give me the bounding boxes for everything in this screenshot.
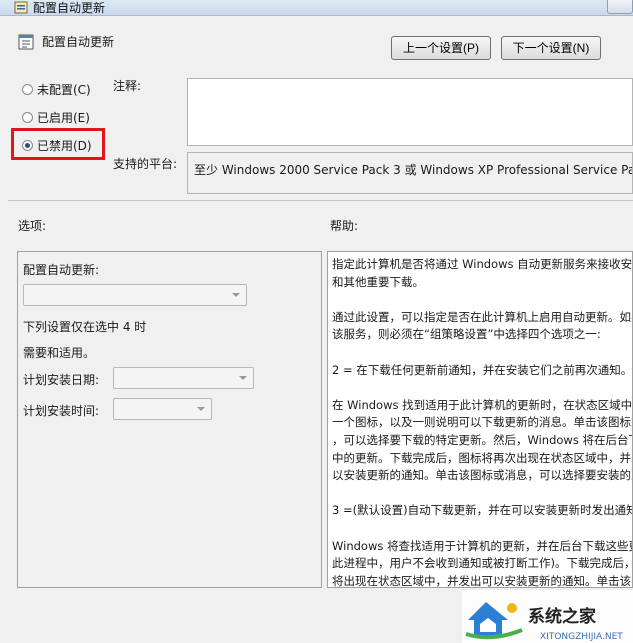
configure-updates-dropdown[interactable] (23, 284, 247, 306)
install-time-dropdown[interactable] (113, 398, 212, 420)
next-setting-button[interactable]: 下一个设置(N) (501, 36, 601, 60)
options-panel: 配置自动更新: 下列设置仅在选中 4 时 需要和适用。 计划安装日期: 计划安装… (17, 251, 322, 588)
policy-window-icon (14, 1, 28, 14)
radio-not-configured[interactable]: 未配置(C) (22, 80, 91, 98)
help-paragraph: 2 = 在下载任何更新前通知，并在安装它们之前再次通知。 (332, 362, 633, 377)
chevron-down-icon (197, 407, 205, 411)
previous-setting-button[interactable]: 上一个设置(P) (391, 36, 491, 60)
help-heading: 帮助: (330, 219, 359, 233)
title-bar: 配置自动更新 (0, 0, 633, 16)
chevron-down-icon (239, 376, 247, 380)
install-day-dropdown[interactable] (113, 367, 254, 389)
install-time-label: 计划安装时间: (23, 404, 100, 418)
platform-label: 支持的平台: (113, 157, 178, 171)
configure-updates-label: 配置自动更新: (23, 263, 100, 277)
help-text: 指定此计算机是否将通过 Windows 自动更新服务来接收安全更新 和其他重要下… (332, 256, 633, 588)
radio-button[interactable] (22, 111, 33, 123)
supported-platform-field: 至少 Windows 2000 Service Pack 3 或 Windows… (187, 152, 633, 194)
watermark-url: XITONGZHIJIA.NET (540, 632, 623, 642)
help-paragraph: 指定此计算机是否将通过 Windows 自动更新服务来接收安全更新 和其他重要下… (332, 257, 633, 289)
note-line-1: 下列设置仅在选中 4 时 (23, 320, 147, 334)
note-line-2: 需要和适用。 (23, 346, 96, 360)
radio-button[interactable] (22, 83, 33, 95)
help-paragraph: 在 Windows 找到适用于此计算机的更新时，在状态区域中将出现 一个图标，以… (332, 397, 633, 483)
minimize-button[interactable] (607, 0, 633, 14)
highlight-annotation (11, 128, 105, 160)
radio-enabled[interactable]: 已启用(E) (22, 108, 90, 126)
comment-textarea[interactable] (187, 78, 633, 146)
options-heading: 选项: (18, 219, 47, 233)
setting-title: 配置自动更新 (42, 35, 115, 49)
help-paragraph: 3 =(默认设置)自动下载更新，并在可以安装更新时发出通知。 (332, 503, 633, 518)
radio-label: 未配置(C) (37, 82, 91, 97)
install-day-label: 计划安装日期: (23, 373, 100, 387)
radio-label: 已启用(E) (37, 110, 90, 125)
comment-label: 注释: (113, 79, 142, 93)
policy-setting-icon (18, 34, 34, 50)
help-paragraph: 通过此设置，可以指定是否在此计算机上启用自动更新。如果启用 该服务，则必须在“组… (332, 309, 633, 342)
help-paragraph: Windows 将查找适用于计算机的更新，并在后台下载这些更新(在 此进程中，用… (332, 538, 633, 588)
window-title: 配置自动更新 (33, 1, 106, 15)
chevron-down-icon (232, 293, 240, 297)
section-divider (8, 200, 633, 201)
watermark-text: 系统之家 (528, 607, 596, 627)
help-panel[interactable]: 指定此计算机是否将通过 Windows 自动更新服务来接收安全更新 和其他重要下… (327, 251, 633, 588)
